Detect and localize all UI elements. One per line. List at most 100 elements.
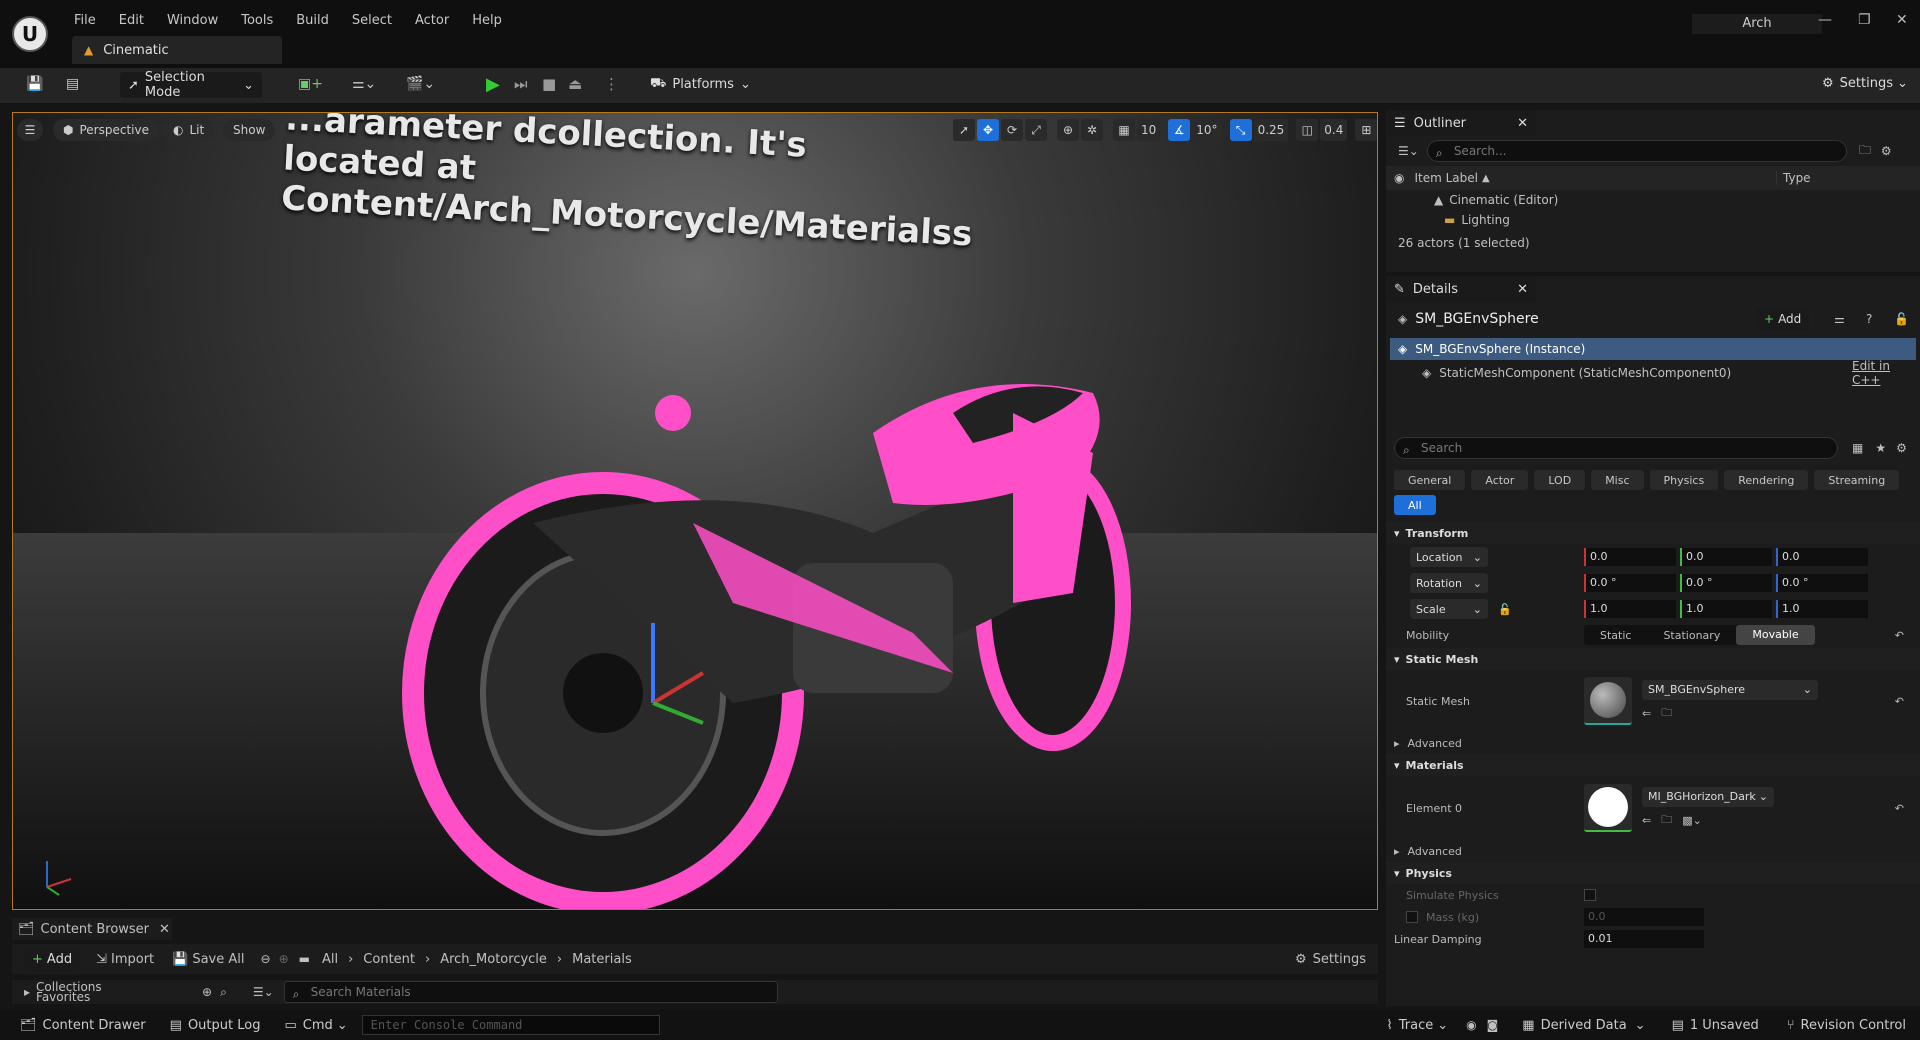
physics-section[interactable]: ▾ Physics	[1386, 862, 1920, 884]
scale-dropdown[interactable]: Scale ⌄	[1410, 599, 1488, 619]
outliner-tab[interactable]: ☰ Outliner ✕	[1386, 110, 1536, 136]
use-selected-icon[interactable]: ⇐	[1642, 814, 1651, 827]
reset-icon[interactable]: ↶	[1895, 629, 1904, 642]
add-component-button[interactable]: + Add	[1756, 308, 1810, 330]
rotation-z-field[interactable]: 0.0 °	[1776, 574, 1868, 592]
menu-select[interactable]: Select	[352, 13, 392, 28]
mass-field[interactable]: 0.0	[1584, 908, 1704, 926]
static-mesh-section[interactable]: ▾ Static Mesh	[1386, 648, 1920, 670]
mobility-static[interactable]: Static	[1584, 629, 1647, 642]
simulate-physics-checkbox[interactable]	[1584, 889, 1596, 901]
camera-speed-icon[interactable]: ◫	[1296, 119, 1319, 141]
browse-icon[interactable]: 🗀	[1661, 811, 1672, 830]
translate-tool-icon[interactable]: ✥	[977, 119, 999, 141]
lock-icon[interactable]: 🔓	[1498, 603, 1584, 616]
reset-icon[interactable]: ↶	[1895, 802, 1904, 815]
breadcrumb-all[interactable]: All	[322, 952, 338, 967]
forward-icon[interactable]: ⊕	[279, 952, 289, 966]
close-tab-icon[interactable]: ✕	[1517, 116, 1528, 131]
col-item-label[interactable]: Item Label	[1414, 171, 1478, 185]
trace-dropdown[interactable]: ⌇ Trace ⌄	[1386, 1018, 1448, 1033]
content-drawer-button[interactable]: 🗂 Content Drawer	[20, 1018, 146, 1033]
viewport-layout-icon[interactable]: ⊞	[1355, 119, 1377, 141]
scale-snap-icon[interactable]: ⤡	[1229, 119, 1252, 141]
close-tab-icon[interactable]: ✕	[1517, 282, 1528, 297]
viewport-menu-button[interactable]: ☰	[17, 119, 43, 141]
blueprint-icon[interactable]: ⚌	[1834, 312, 1845, 326]
breadcrumb-materials[interactable]: Materials	[572, 952, 632, 967]
mobility-stationary[interactable]: Stationary	[1647, 629, 1736, 642]
eject-icon[interactable]: ⏏	[568, 75, 582, 93]
menu-actor[interactable]: Actor	[415, 13, 449, 28]
close-tab-icon[interactable]: ✕	[159, 922, 170, 937]
details-search-input[interactable]: ⌕ Search	[1394, 437, 1838, 459]
minimize-icon[interactable]: —	[1818, 12, 1832, 28]
materials-section[interactable]: ▾ Materials	[1386, 754, 1920, 776]
filter-rendering[interactable]: Rendering	[1724, 470, 1809, 490]
breadcrumb-arch-motorcycle[interactable]: Arch_Motorcycle	[440, 952, 547, 967]
filter-streaming[interactable]: Streaming	[1814, 470, 1900, 490]
cb-add-button[interactable]: + Add	[24, 947, 81, 971]
filter-icon[interactable]: ☰⌄	[253, 985, 274, 999]
selection-mode-dropdown[interactable]: ➚ Selection Mode ⌄	[120, 70, 262, 100]
save-all-button[interactable]: 💾 Save All	[172, 952, 244, 967]
scale-y-field[interactable]: 1.0	[1680, 600, 1772, 618]
location-dropdown[interactable]: Location ⌄	[1410, 547, 1488, 567]
motorcycle-model[interactable]	[313, 273, 1133, 910]
cinematics-icon[interactable]: 🎬⌄	[406, 76, 435, 92]
level-viewport[interactable]: ...arameter dcollection. It's located at…	[12, 112, 1378, 910]
settings-dropdown[interactable]: ⚙ Settings ⌄	[1822, 76, 1908, 91]
menu-build[interactable]: Build	[296, 13, 329, 28]
rotation-snap-icon[interactable]: ∡	[1168, 119, 1191, 141]
unreal-logo-icon[interactable]: U	[12, 16, 48, 52]
cmd-dropdown[interactable]: ▭ Cmd ⌄	[284, 1018, 347, 1033]
add-collection-icon[interactable]: ⊕	[202, 985, 212, 999]
tree-row[interactable]: ▬ Lighting	[1386, 210, 1920, 230]
platforms-dropdown[interactable]: ⛟ Platforms ⌄	[650, 76, 751, 93]
select-tool-icon[interactable]: ➚	[953, 119, 975, 141]
cb-settings-button[interactable]: ⚙ Settings	[1295, 952, 1366, 967]
rotate-tool-icon[interactable]: ⟳	[1001, 119, 1023, 141]
mobility-movable[interactable]: Movable	[1736, 625, 1815, 645]
linear-damping-field[interactable]: 0.01	[1584, 930, 1704, 948]
scale-tool-icon[interactable]: ⤢	[1025, 119, 1047, 141]
advanced-row[interactable]: ▸ Advanced	[1386, 732, 1920, 754]
gear-icon[interactable]: ⚙	[1896, 441, 1907, 455]
menu-file[interactable]: File	[74, 13, 96, 28]
save-icon[interactable]: 💾	[26, 76, 43, 92]
texture-icon[interactable]: ▩⌄	[1682, 814, 1702, 827]
grid-snap-value[interactable]: 10	[1137, 119, 1161, 141]
restore-icon[interactable]: ❐	[1858, 12, 1871, 28]
console-input[interactable]: Enter Console Command	[361, 1015, 660, 1035]
step-icon[interactable]: ⏭	[514, 75, 528, 93]
component-row[interactable]: ◈ StaticMeshComponent (StaticMeshCompone…	[1386, 359, 1920, 387]
camera-icon[interactable]: ◙	[1487, 1018, 1499, 1032]
browse-level-icon[interactable]: ▤	[66, 76, 79, 92]
scale-snap-value[interactable]: 0.25	[1253, 119, 1289, 141]
reset-icon[interactable]: ↶	[1895, 695, 1904, 708]
show-button[interactable]: Show	[223, 119, 276, 141]
eye-icon[interactable]: ◉	[1394, 171, 1404, 185]
search-collection-icon[interactable]: ⌕	[220, 985, 227, 1000]
more-options-icon[interactable]: ⋮	[604, 75, 619, 93]
star-icon[interactable]: ★	[1875, 441, 1886, 455]
rotation-snap-value[interactable]: 10°	[1192, 119, 1222, 141]
menu-edit[interactable]: Edit	[119, 13, 144, 28]
filter-general[interactable]: General	[1394, 470, 1466, 490]
folder-add-icon[interactable]: 🗀	[1859, 141, 1871, 162]
play-icon[interactable]: ▶	[486, 74, 500, 95]
filter-actor[interactable]: Actor	[1471, 470, 1529, 490]
tree-row[interactable]: ▲ Cinematic (Editor)	[1386, 190, 1920, 210]
lock-icon[interactable]: 🔓	[1894, 312, 1909, 326]
browse-icon[interactable]: 🗀	[1661, 704, 1672, 723]
menu-help[interactable]: Help	[472, 13, 502, 28]
favorites-label[interactable]: Favorites	[36, 991, 186, 1003]
chevron-right-icon[interactable]: ▸	[24, 985, 30, 999]
stop-icon[interactable]: ■	[542, 75, 556, 93]
rotation-dropdown[interactable]: Rotation ⌄	[1410, 573, 1488, 593]
static-mesh-picker[interactable]: SM_BGEnvSphere ⌄	[1642, 679, 1818, 700]
surface-snap-icon[interactable]: ✲	[1081, 119, 1103, 141]
perspective-button[interactable]: ⬢ Perspective	[53, 119, 159, 141]
output-log-button[interactable]: ▤ Output Log	[170, 1018, 261, 1033]
details-tab[interactable]: ✎ Details ✕	[1386, 276, 1536, 302]
